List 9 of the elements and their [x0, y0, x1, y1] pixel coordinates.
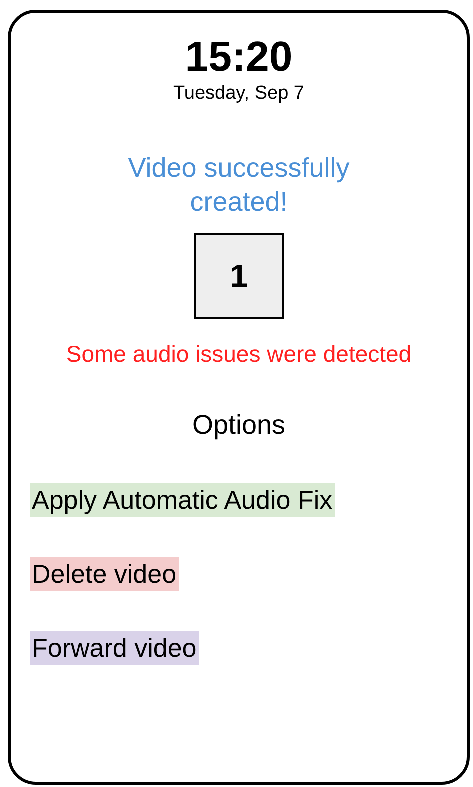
- options-heading: Options: [192, 410, 286, 441]
- clock-time: 15:20: [185, 33, 293, 81]
- option-button[interactable]: Delete video: [30, 557, 179, 591]
- option-button[interactable]: Apply Automatic Audio Fix: [30, 483, 335, 517]
- option-button[interactable]: Forward video: [30, 631, 199, 665]
- date-label: Tuesday, Sep 7: [174, 83, 304, 105]
- audio-warning: Some audio issues were detected: [66, 341, 412, 368]
- success-message: Video successfully created!: [127, 152, 351, 219]
- video-thumbnail[interactable]: 1: [194, 233, 284, 319]
